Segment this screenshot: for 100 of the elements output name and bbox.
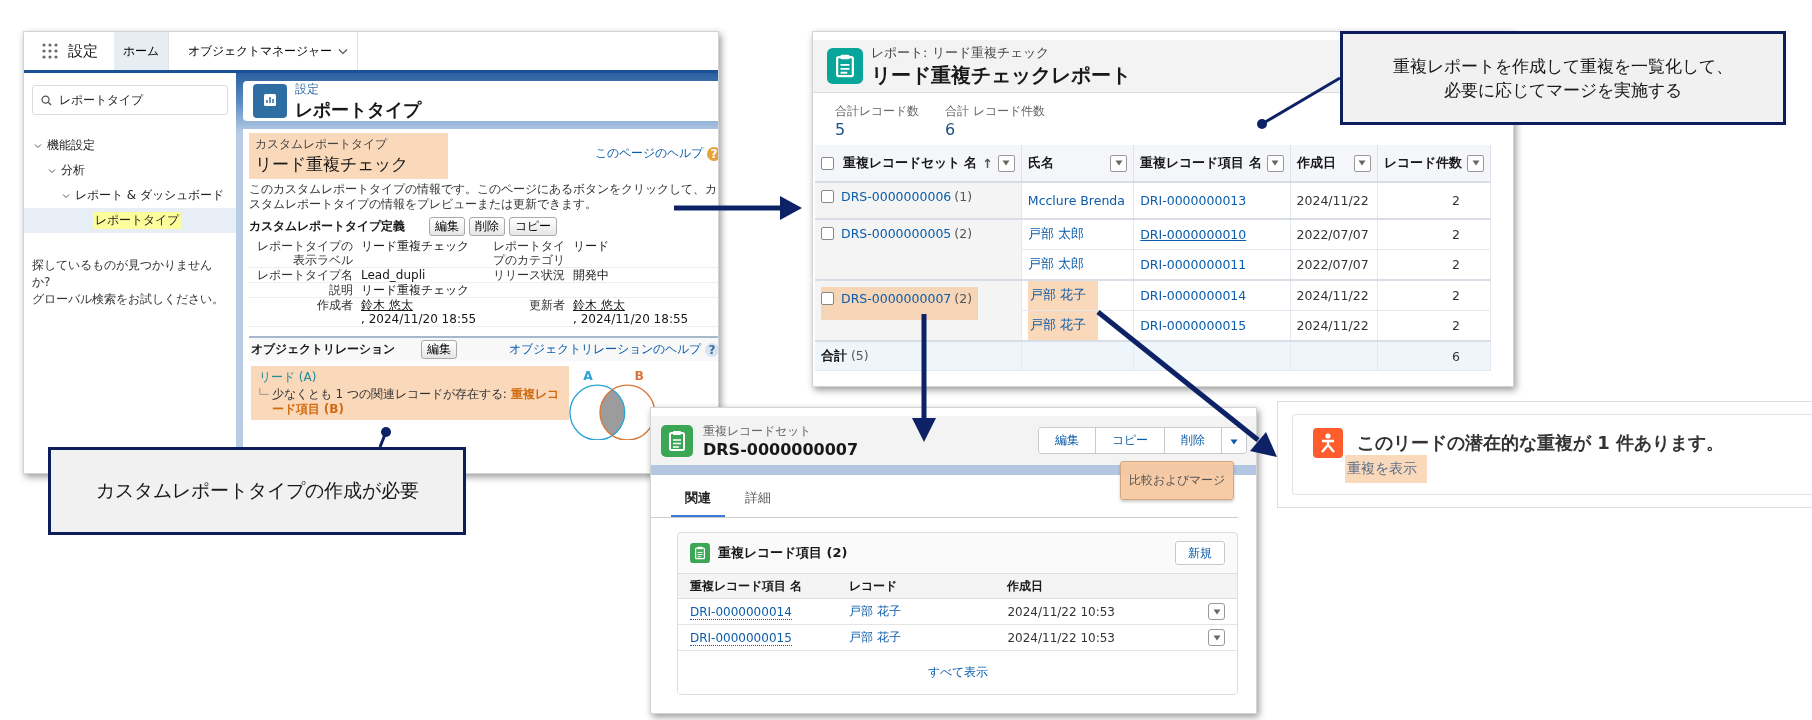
record-item-link[interactable]: DRI-0000000015 bbox=[1140, 318, 1247, 333]
column-menu-button[interactable] bbox=[1110, 154, 1128, 172]
alert-message: このリードの潜在的な重複が 1 件あります。 bbox=[1357, 431, 1725, 455]
related-list-title: 重複レコード項目 (2) bbox=[718, 544, 848, 562]
record-link[interactable]: 戸部 花子 bbox=[849, 630, 902, 644]
record-set-link[interactable]: DRS-0000000007 bbox=[841, 291, 952, 306]
caret-icon bbox=[1114, 160, 1123, 166]
field-value: , 2024/11/20 18:55 bbox=[573, 312, 689, 326]
checkbox[interactable] bbox=[821, 227, 834, 240]
view-all-link[interactable]: すべて表示 bbox=[927, 664, 988, 681]
checkbox[interactable] bbox=[821, 190, 834, 203]
nav-tab[interactable]: オブジェクトマネージャー bbox=[179, 32, 358, 70]
column-header: 作成日 bbox=[1007, 578, 1044, 593]
field-label: 作成者 bbox=[249, 298, 361, 327]
help-link[interactable]: オブジェクトリレーションのヘルプ bbox=[509, 341, 701, 358]
table-cell: 2 bbox=[1377, 219, 1491, 250]
record-item-link[interactable]: DRI-0000000011 bbox=[1140, 257, 1247, 272]
tree-connector-icon bbox=[259, 387, 269, 397]
row-menu-button[interactable] bbox=[1208, 603, 1225, 620]
action-button[interactable]: 編集 bbox=[1039, 428, 1096, 453]
header-eyebrow: 設定 bbox=[295, 80, 320, 98]
relation-text: 少なくとも 1 つの関連レコードが存在する: 重複レコード項目 (B) bbox=[271, 387, 559, 417]
row-menu-button[interactable] bbox=[1208, 629, 1225, 646]
name-link[interactable]: Mcclure Brenda bbox=[1027, 193, 1125, 208]
column-menu-button[interactable] bbox=[1467, 154, 1484, 172]
summary-label: 合計レコード数 bbox=[835, 103, 919, 120]
table-cell: 2 bbox=[1377, 249, 1491, 280]
record-item-link[interactable]: DRI-0000000013 bbox=[1140, 193, 1247, 208]
column-header[interactable]: 氏名 bbox=[1027, 154, 1054, 172]
field-value: リード重複チェック bbox=[361, 283, 489, 298]
breadcrumb: レポート: リード重複チェック bbox=[871, 43, 1050, 62]
field-label: 更新者 bbox=[489, 298, 573, 327]
caret-icon bbox=[1212, 608, 1221, 615]
table-cell: 2022/07/07 bbox=[1290, 249, 1378, 280]
view-duplicates-link[interactable]: 重複を表示 bbox=[1345, 455, 1427, 483]
column-menu-button[interactable] bbox=[1354, 154, 1371, 172]
menu-item[interactable]: 比較およびマージ bbox=[1120, 461, 1234, 500]
name-link[interactable]: 戸部 太郎 bbox=[1027, 226, 1084, 241]
column-header: レコード bbox=[849, 578, 898, 593]
tree-item[interactable]: レポートタイプ bbox=[24, 208, 236, 233]
total-count: (5) bbox=[851, 347, 869, 363]
field-label: レポートタイプの表示ラベル bbox=[249, 239, 361, 268]
tree-item[interactable]: レポート & ダッシュボード bbox=[24, 183, 236, 208]
edit-button[interactable]: 編集 bbox=[421, 340, 457, 359]
report-title: リード重複チェックレポート bbox=[871, 61, 1131, 89]
chevron-icon[interactable] bbox=[338, 47, 348, 55]
new-button[interactable]: 新規 bbox=[1175, 541, 1225, 565]
action-button[interactable]: コピー bbox=[509, 217, 557, 236]
more-actions-button[interactable] bbox=[1222, 428, 1246, 453]
help-icon[interactable]: ? bbox=[705, 342, 718, 357]
nav-tab[interactable]: ホーム bbox=[114, 32, 169, 70]
action-button[interactable]: 削除 bbox=[469, 217, 505, 236]
record-item-link[interactable]: DRI-0000000014 bbox=[1140, 288, 1247, 303]
action-button[interactable]: 編集 bbox=[429, 217, 465, 236]
record-link[interactable]: 戸部 花子 bbox=[849, 604, 902, 618]
caret-icon bbox=[1002, 160, 1011, 166]
record-tab[interactable]: 関連 bbox=[671, 483, 725, 517]
column-menu-button[interactable] bbox=[1266, 154, 1284, 172]
chart-icon bbox=[253, 84, 287, 118]
name-link[interactable]: 戸部 太郎 bbox=[1027, 256, 1084, 271]
field-label: リリース状況 bbox=[489, 268, 573, 283]
column-menu-button[interactable] bbox=[997, 154, 1015, 172]
help-link[interactable]: このページのヘルプ bbox=[595, 145, 703, 162]
record-icon bbox=[661, 424, 693, 457]
table-cell: 2 bbox=[1377, 182, 1491, 219]
action-button[interactable]: 削除 bbox=[1165, 428, 1222, 453]
chevron-icon bbox=[48, 166, 56, 175]
tree-item[interactable]: 機能設定 bbox=[24, 133, 236, 158]
section-title: カスタムレポートタイプ定義 bbox=[249, 218, 405, 235]
field-value: リード bbox=[573, 239, 718, 268]
table-cell: 2 bbox=[1377, 280, 1491, 311]
caret-icon bbox=[1358, 160, 1367, 166]
action-button[interactable]: コピー bbox=[1096, 428, 1165, 453]
table-cell: 2024/11/22 bbox=[1290, 182, 1378, 219]
record-set-link[interactable]: DRS-0000000005 bbox=[841, 226, 952, 241]
field-label: レポートタイプ名 bbox=[249, 268, 361, 283]
column-header[interactable]: 重複レコードセット 名 bbox=[843, 154, 978, 172]
record-item-link[interactable]: DRI-0000000010 bbox=[1140, 227, 1247, 242]
record-tab[interactable]: 詳細 bbox=[731, 483, 785, 517]
table-cell: 2024/11/22 10:53 bbox=[995, 598, 1196, 625]
search-field[interactable]: レポートタイプ bbox=[32, 85, 228, 115]
record-set-link[interactable]: DRS-0000000006 bbox=[841, 189, 952, 204]
record-item-link[interactable]: DRI-0000000015 bbox=[690, 630, 792, 646]
user-link[interactable]: 鈴木 悠太 bbox=[361, 298, 413, 312]
record-item-link[interactable]: DRI-0000000014 bbox=[690, 604, 792, 620]
group-count: (2) bbox=[954, 291, 972, 306]
tree-item[interactable]: 分析 bbox=[24, 158, 236, 183]
group-count: (2) bbox=[954, 226, 972, 241]
summary-value: 5 bbox=[835, 120, 847, 139]
checkbox[interactable] bbox=[821, 156, 834, 170]
summary-value: 6 bbox=[945, 120, 957, 139]
sort-indicator: ↑ bbox=[982, 155, 993, 171]
total-label: 合計 bbox=[821, 347, 847, 363]
heading-eyebrow: カスタムレポートタイプ bbox=[255, 136, 389, 153]
name-link[interactable]: 戸部 花子 bbox=[1027, 311, 1098, 340]
table-cell: 2024/11/22 bbox=[1290, 280, 1378, 311]
user-link[interactable]: 鈴木 悠太 bbox=[573, 298, 625, 312]
checkbox[interactable] bbox=[821, 292, 834, 305]
app-launcher-icon[interactable] bbox=[42, 43, 58, 59]
name-link[interactable]: 戸部 花子 bbox=[1027, 281, 1098, 310]
